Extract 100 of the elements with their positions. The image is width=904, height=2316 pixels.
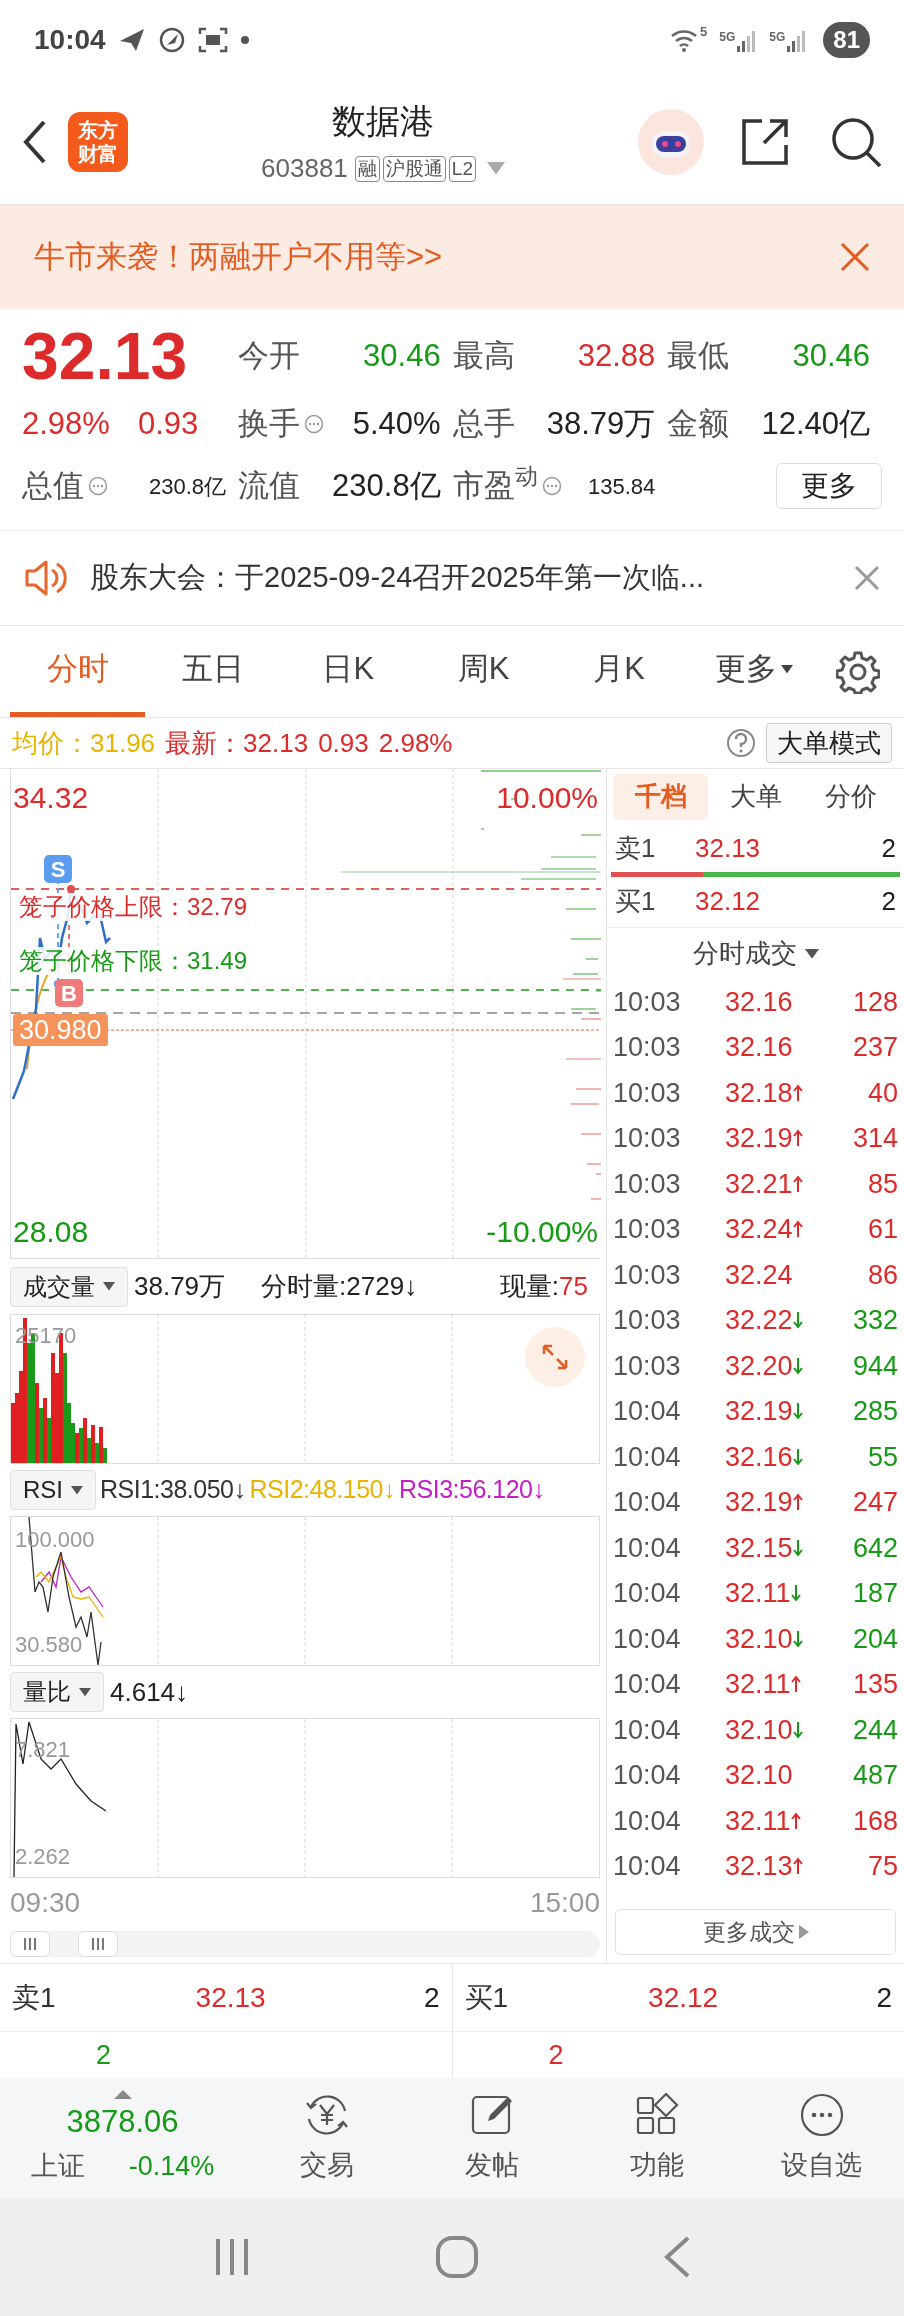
latest-price: 最新：32.13 [165,726,309,760]
chart-tab[interactable]: 更多 [686,626,822,717]
trade-price: 32.11 [725,1668,791,1701]
logo-text: 东方 [78,118,118,142]
stat-label: 今开 [238,336,300,375]
chart-tab[interactable]: 日K [280,626,416,717]
last-price: 32.13 [22,319,189,393]
index-name: 上证 [30,2149,85,2183]
order-tab[interactable]: 分价 [803,773,898,820]
stat-value: 12.40亿 [761,404,870,443]
chart-tab[interactable]: 周K [416,626,552,717]
index-change: -0.14% [128,2149,215,2183]
average-price: 均价：31.96 [12,726,156,760]
stock-tag: L2 [448,155,476,182]
trade-volume: 75 [867,1850,898,1883]
stock-tag: 融 [354,155,380,182]
more-button[interactable]: 更多 [776,463,882,509]
more-trades-button[interactable]: 更多成交 [615,1909,896,1955]
change-amount: 0.93 [137,404,199,443]
trade-price: 32.10 [725,1759,793,1792]
toolbar-button[interactable]: 设自选 [739,2090,904,2186]
trade-volume: 237 [852,1031,898,1064]
trade-volume: 204 [852,1622,898,1656]
trade-time: 10:03 [613,1076,682,1110]
trade-time: 10:04 [613,1622,682,1656]
chart-tab[interactable]: 月K [551,626,687,717]
trade-volume: 61 [867,1213,898,1246]
order-tab[interactable]: 大单 [708,773,803,820]
order-volume: 2 [423,1980,440,2015]
stat-value: 230.8亿 [148,472,226,501]
trade-volume: 487 [852,1759,898,1792]
order-level: 卖1 [615,831,657,865]
order-price: 32.12 [648,1980,719,2015]
order-volume: 2 [876,1980,892,2015]
axis-label: 2.262 [15,1843,71,1871]
stat-label: 总手 [452,404,515,443]
trade-time: 10:04 [613,1804,682,1838]
lower-limit-label: 笼子价格下限：31.49 [19,947,248,975]
axis-label: 30.580 [15,1631,83,1659]
stat-label: 市盈$^{动}$ [452,462,538,505]
trade-time: 10:03 [613,1349,682,1383]
trade-price: 32.24 [725,1213,793,1246]
clock: 10:04 [34,23,106,57]
trade-time: 10:03 [613,1258,682,1292]
trade-price: 32.22 [725,1304,793,1337]
volume-total: 38.79万 [134,1270,226,1303]
latest-change: 0.93 [318,726,369,760]
indicator-selector[interactable]: 量比 [10,1672,104,1712]
trade-time: 10:04 [613,1759,682,1792]
stat-label: 金额 [667,404,730,443]
trade-price: 32.19 [725,1395,793,1428]
trade-volume: 40 [867,1076,898,1110]
axis-label: 28.08 [13,1214,89,1250]
price-tag: 30.980 [13,1014,108,1046]
trade-volume: 285 [852,1395,898,1428]
notice-text[interactable]: 股东大会：于2025-09-24召开2025年第一次临... [90,556,834,600]
trade-time: 10:04 [613,1531,682,1565]
trade-volume: 642 [852,1531,898,1565]
trade-time: 10:04 [613,1440,682,1474]
network-label: 5G [769,29,786,46]
trade-time: 10:04 [613,1850,682,1883]
order-volume: 2 [881,884,896,918]
stock-tag: 沪股通 [382,155,446,182]
trade-time: 10:03 [613,1031,682,1064]
current-volume: 现量:75 [499,1270,588,1303]
trade-price: 32.19 [725,1122,793,1155]
order-volume: 2 [881,831,896,865]
trade-time: 10:03 [613,985,682,1019]
axis-label: 34.32 [13,780,89,816]
trade-time: 10:04 [613,1486,682,1519]
trade-time: 10:03 [613,1213,682,1246]
trade-time: 10:04 [613,1713,682,1747]
large-order-mode-button[interactable]: 大单模式 [766,723,892,763]
trade-price: 32.24 [725,1258,793,1292]
stock-name: 数据港 [332,101,434,142]
order-price: 32.12 [695,884,761,918]
trade-volume: 86 [867,1258,898,1292]
toolbar-button[interactable]: 功能 [574,2090,740,2186]
order-level: 卖1 [12,1980,56,2015]
stat-label: 最高 [452,336,515,375]
indicator-selector[interactable]: 成交量 [10,1266,128,1307]
chart-tab[interactable]: 五日 [145,626,281,717]
trade-price: 32.19 [725,1486,793,1519]
toolbar-button[interactable]: 发帖 [409,2090,575,2186]
axis-label: 10.00% [496,780,598,816]
chart-tab[interactable]: 分时 [10,626,146,717]
toolbar-button[interactable]: 交易 [245,2090,410,2186]
ratio-value: 4.614↓ [110,1675,189,1709]
trade-price: 32.11 [725,1804,791,1838]
stat-value: 30.46 [363,336,441,375]
stat-label: 流值 [238,466,300,505]
stat-value: 230.8亿 [332,466,441,505]
trade-price: 32.11 [725,1577,791,1610]
trade-volume: 85 [867,1167,898,1201]
trade-volume: 944 [852,1349,898,1383]
stat-value: 5.40% [352,404,441,443]
trade-price: 32.15 [725,1531,793,1565]
indicator-selector[interactable]: RSI [10,1470,96,1510]
trades-title[interactable]: 分时成交 [692,934,797,973]
order-level: 买1 [615,884,657,918]
